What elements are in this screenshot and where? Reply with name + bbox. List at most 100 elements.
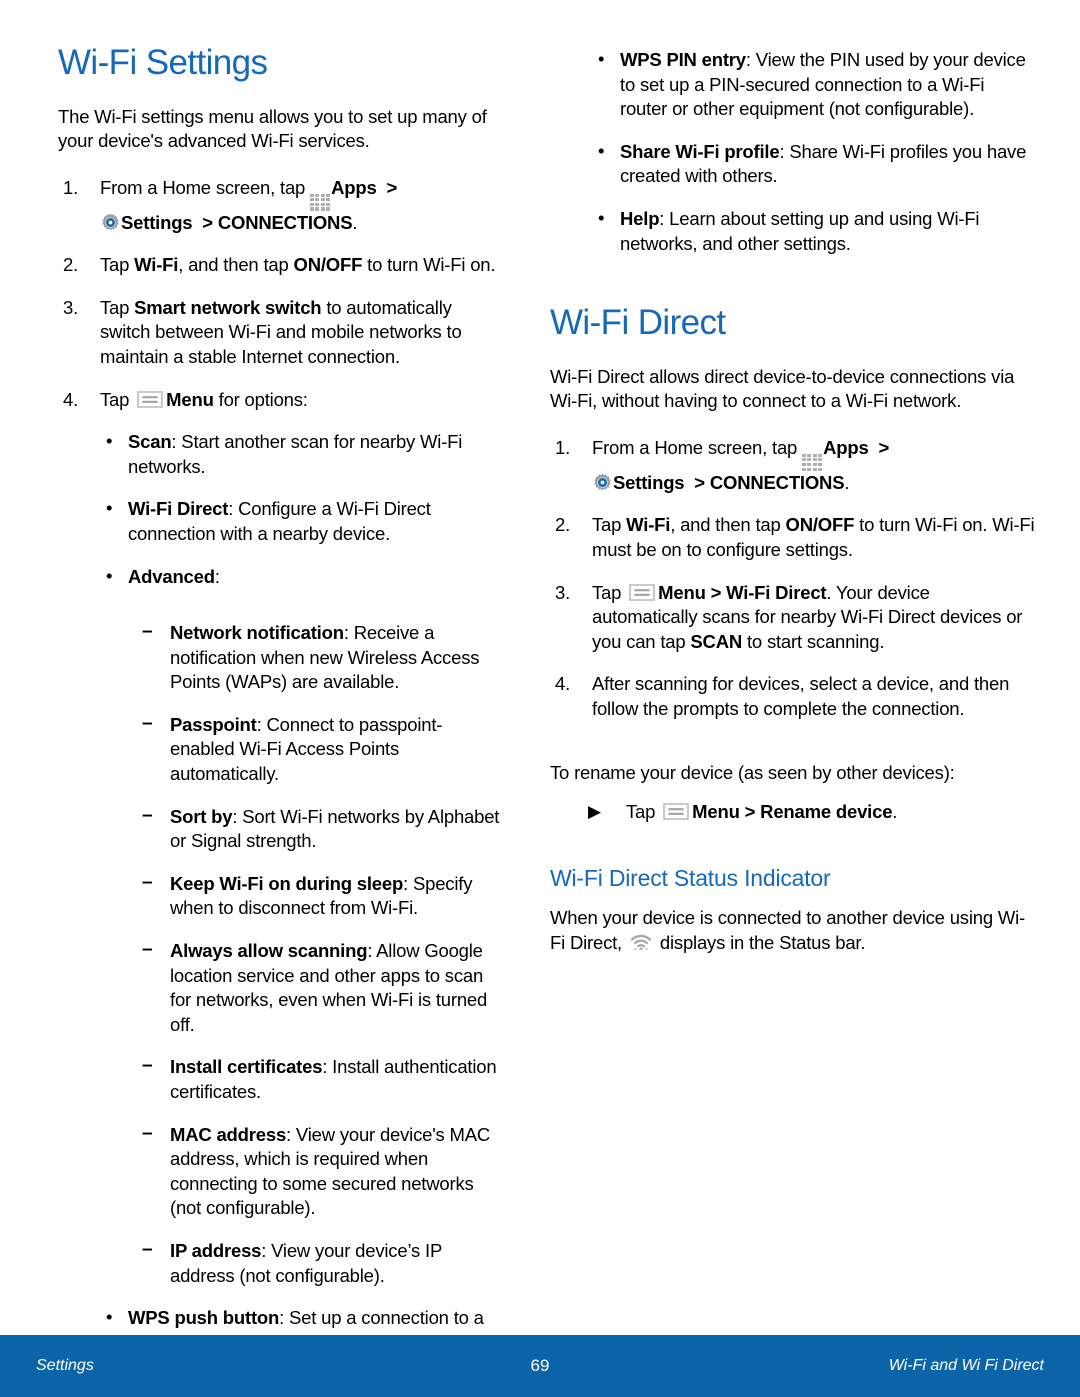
step-number: 2.: [63, 254, 79, 276]
dash-marker: –: [142, 871, 153, 893]
step-arrow-1: >: [878, 436, 890, 458]
option-term: Wi-Fi Direct: [128, 498, 229, 520]
step-2: 2. Tap Wi-Fi, and then tap ON/OFF to turn…: [58, 253, 500, 278]
bullet-marker: •: [106, 1306, 113, 1328]
option-term: Sort by: [170, 805, 233, 827]
step-period: .: [352, 211, 358, 233]
menu-label: Menu: [658, 581, 706, 603]
footer-page-number: 69: [530, 1356, 550, 1375]
intro-paragraph: The Wi-Fi settings menu allows you to se…: [58, 105, 487, 152]
step-text-pre: After scanning for devices, select a dev…: [592, 673, 1010, 719]
step-number: 2.: [555, 514, 571, 536]
step-arrow-2: >: [694, 471, 705, 493]
step-period: .: [844, 471, 850, 493]
step-arrow-1: >: [386, 176, 398, 198]
subsection-title-status-indicator: Wi-Fi Direct Status Indicator: [550, 864, 831, 891]
settings-label: Settings: [121, 211, 193, 233]
option-desc: : Start another scan for nearby Wi-Fi ne…: [128, 431, 463, 477]
step-number: 1.: [63, 176, 79, 198]
list-item: • Advanced:: [98, 565, 500, 590]
step-text-post: .: [892, 801, 898, 823]
menu-label: Menu: [166, 388, 214, 410]
list-item: – IP address: View your device’s IP addre…: [136, 1239, 500, 1288]
bullet-marker: •: [598, 48, 605, 69]
step-bold-onoff: ON/OFF: [785, 514, 855, 536]
dash-marker: –: [142, 1122, 153, 1144]
left-title-block: Wi-Fi Settings: [58, 0, 500, 83]
step-3: 3. Tap Smart network switch to automatica…: [58, 296, 500, 370]
step-text-mid: , and then tap: [178, 254, 294, 276]
list-item: – Network notification: Receive a notific…: [136, 621, 500, 695]
option-term: Share Wi-Fi profile: [620, 140, 780, 162]
menu-icon: [137, 390, 164, 408]
connections-label: CONNECTIONS: [709, 471, 845, 493]
menu-icon: [629, 583, 656, 601]
apps-label: Apps: [331, 176, 377, 198]
step-text-pre: Tap: [100, 296, 135, 318]
menu-icon: [663, 803, 690, 821]
step-bold-wifi: Wi-Fi: [626, 514, 671, 536]
option-desc: : Learn about setting up and using Wi-Fi…: [620, 207, 980, 254]
step-bold-wifi-direct: Wi-Fi Direct: [726, 581, 827, 603]
list-item: – Passpoint: Connect to passpoint-enabled…: [136, 713, 500, 787]
step-4: 4. After scanning for devices, select a d…: [550, 672, 1036, 721]
bullet-marker: •: [106, 564, 113, 586]
wifi-direct-intro: Wi-Fi Direct allows direct device-to-dev…: [550, 365, 1015, 412]
status-indicator-paragraph: When your device is connected to another…: [550, 906, 1036, 955]
option-term: MAC address: [170, 1123, 287, 1145]
left-column: Wi-Fi Settings The Wi-Fi settings menu a…: [0, 0, 540, 1377]
option-term: Passpoint: [170, 713, 257, 735]
dash-marker: –: [142, 621, 153, 643]
option-term: WPS PIN entry: [620, 49, 746, 70]
step-text-post: for options:: [213, 388, 308, 410]
step-gt: >: [739, 801, 761, 823]
status-text-post: displays in the Status bar.: [654, 931, 866, 953]
step-bold-onoff: ON/OFF: [293, 254, 363, 276]
step-1: 1. From a Home screen, tap Apps > Setting…: [58, 176, 500, 235]
gear-icon: [594, 473, 611, 491]
list-item: – Install certificates: Install authentic…: [136, 1055, 500, 1104]
list-item: • WPS PIN entry: View the PIN used by you…: [590, 48, 1036, 122]
bullet-marker: •: [598, 139, 605, 161]
apps-label: Apps: [823, 436, 869, 458]
step-2: 2. Tap Wi-Fi, and then tap ON/OFF to turn…: [550, 513, 1036, 562]
step-number: 4.: [63, 388, 79, 410]
list-item: • Wi-Fi Direct: Configure a Wi-Fi Direct …: [98, 497, 500, 546]
option-term: Keep Wi-Fi on during sleep: [170, 872, 404, 894]
menu-options-continued-list: • WPS PIN entry: View the PIN used by you…: [590, 48, 1036, 256]
option-term: Install certificates: [170, 1056, 323, 1078]
step-bold-wifi: Wi-Fi: [134, 254, 179, 276]
option-term: WPS push button: [128, 1307, 280, 1329]
list-item: – Always allow scanning: Allow Google loc…: [136, 939, 500, 1037]
list-item: – Keep Wi-Fi on during sleep: Specify whe…: [136, 872, 500, 921]
step-4: 4. Tap Menu for options:: [58, 388, 500, 413]
apps-grid-icon: [310, 193, 331, 211]
step-arrow-2: >: [202, 211, 213, 233]
step-text-post: to turn Wi-Fi on.: [362, 254, 496, 276]
menu-options-list: • Scan: Start another scan for nearby Wi-…: [98, 430, 500, 589]
list-item: – Sort by: Sort Wi-Fi networks by Alphabe…: [136, 805, 500, 854]
footer-topic-label: Wi-Fi and Wi Fi Direct: [888, 1357, 1044, 1374]
dash-marker: –: [142, 939, 153, 961]
option-term: Advanced: [128, 565, 215, 587]
page-footer: Settings 69 Wi-Fi and Wi Fi Direct: [0, 1335, 1080, 1397]
apps-grid-icon: [802, 453, 823, 471]
option-term: IP address: [170, 1239, 262, 1261]
option-term: Network notification: [170, 622, 344, 644]
wifi-direct-steps: 1. From a Home screen, tap Apps > Setting…: [550, 436, 1036, 722]
step-number: 1.: [555, 436, 571, 458]
bullet-marker: •: [598, 206, 605, 228]
right-column: • WPS PIN entry: View the PIN used by you…: [540, 0, 1080, 1320]
rename-device-intro: To rename your device (as seen by other …: [550, 762, 955, 784]
gear-icon: [102, 212, 119, 231]
step-text-pre: Tap: [100, 254, 135, 276]
step-3: 3. Tap Menu > Wi-Fi Direct. Your device a…: [550, 581, 1036, 655]
menu-label: Menu: [692, 801, 740, 823]
step-bold-smart-network-switch: Smart network switch: [134, 296, 322, 318]
page-title: Wi-Fi Settings: [58, 43, 268, 82]
option-term: Scan: [128, 431, 172, 453]
step-number: 3.: [555, 581, 571, 603]
option-desc: :: [214, 565, 220, 587]
dash-marker: –: [142, 804, 153, 826]
wifi-settings-steps: 1. From a Home screen, tap Apps > Setting…: [58, 176, 500, 412]
